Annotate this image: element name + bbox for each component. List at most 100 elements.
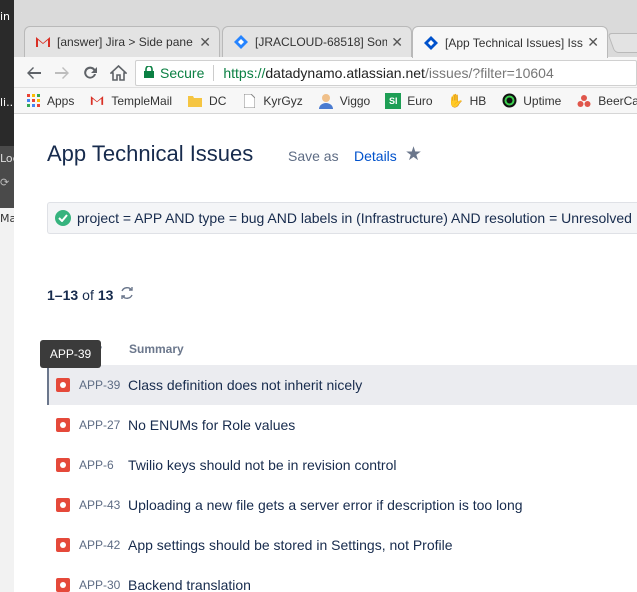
bug-icon <box>56 378 70 392</box>
issue-row[interactable]: APP-30 Backend translation <box>47 565 637 592</box>
results-count: 1–13 of 13 <box>47 286 134 304</box>
browser-tab-active[interactable]: [App Technical Issues] Iss ✕ <box>412 26 608 58</box>
tab-title: [JRACLOUD-68518] Som <box>255 35 388 49</box>
bookmark-hb[interactable]: ✋ HB <box>447 92 487 109</box>
issue-key[interactable]: APP-30 <box>79 578 120 592</box>
uptime-icon <box>501 93 517 109</box>
bug-icon <box>56 418 70 432</box>
close-tab-icon[interactable]: ✕ <box>587 34 599 51</box>
close-tab-icon[interactable]: ✕ <box>391 34 403 51</box>
browser-toolbar: Secure https://datadynamo.atlassian.net /… <box>14 57 637 88</box>
bookmark-label: Uptime <box>523 93 562 108</box>
jql-text: project = APP AND type = bug AND labels … <box>77 210 632 226</box>
gmail-icon <box>35 34 51 50</box>
hand-icon: ✋ <box>447 92 464 108</box>
check-icon <box>55 210 71 226</box>
issue-summary[interactable]: Twilio keys should not be in revision co… <box>128 457 396 473</box>
issue-summary[interactable]: No ENUMs for Role values <box>128 417 295 433</box>
reload-icon[interactable] <box>79 62 101 84</box>
column-header-summary[interactable]: Summary <box>129 342 184 356</box>
issue-row[interactable]: APP-6 Twilio keys should not be in revis… <box>47 445 637 485</box>
jira-page: App Technical Issues Save as Details ★ p… <box>14 114 637 592</box>
issue-summary[interactable]: App settings should be stored in Setting… <box>128 537 453 553</box>
bookmark-label: HB <box>469 93 487 108</box>
bug-icon <box>56 538 70 552</box>
key-tooltip: APP-39 <box>40 340 101 368</box>
issue-row[interactable]: APP-39 Class definition does not inherit… <box>47 365 637 405</box>
issue-key[interactable]: APP-39 <box>79 378 120 392</box>
issue-row[interactable]: APP-27 No ENUMs for Role values <box>47 405 637 445</box>
refresh-icon[interactable] <box>120 286 134 304</box>
apps-grid-icon <box>25 93 41 109</box>
tab-title: [App Technical Issues] Iss <box>445 35 583 50</box>
bookmark-beercalc[interactable]: BeerCalc <box>576 93 637 109</box>
bookmark-templemail[interactable]: TempleMail <box>89 93 172 109</box>
bookmark-kyrgyz[interactable]: KyrGyz <box>241 93 303 109</box>
background-icon: ⟳ <box>0 176 10 189</box>
back-arrow-icon[interactable] <box>23 62 45 84</box>
page-title: App Technical Issues <box>47 141 254 166</box>
url-path: /issues/?filter=10604 <box>424 65 554 81</box>
beer-icon <box>576 93 592 109</box>
bookmark-label: Apps <box>47 93 75 108</box>
results-of: of <box>82 287 94 303</box>
bookmark-label: BeerCalc <box>598 93 637 108</box>
details-link[interactable]: Details <box>354 148 397 164</box>
results-total: 13 <box>97 287 114 303</box>
bookmark-viggo[interactable]: Viggo <box>318 93 370 109</box>
background-panel: Loc ⟳ <box>0 146 19 208</box>
background-text: in <box>0 10 11 23</box>
bookmark-label: Viggo <box>339 93 371 108</box>
divider <box>213 65 215 81</box>
issue-key[interactable]: APP-42 <box>79 538 120 552</box>
url-scheme: https:// <box>223 65 266 81</box>
gmail-icon <box>89 93 105 109</box>
issue-summary[interactable]: Uploading a new file gets a server error… <box>128 497 523 513</box>
issue-summary[interactable]: Class definition does not inherit nicely <box>128 377 362 393</box>
issue-summary[interactable]: Backend translation <box>128 577 251 592</box>
bookmark-label: Euro <box>407 93 433 108</box>
browser-tab[interactable]: [JRACLOUD-68518] Som ✕ <box>222 26 412 57</box>
secure-label: Secure <box>160 65 205 81</box>
bookmark-label: KyrGyz <box>263 93 303 108</box>
bug-icon <box>56 458 70 472</box>
results-range: 1–13 <box>47 287 79 303</box>
browser-tab-bar: [answer] Jira > Side pane ✕ [JRACLOUD-68… <box>14 0 637 58</box>
screen: in li.. Loc ⟳ Ma [answer] Jira > Side pa… <box>0 0 637 592</box>
jira-icon <box>233 34 249 50</box>
bookmarks-bar: Apps TempleMail DC KyrGyz Viggo SI Euro … <box>14 88 637 114</box>
issue-key[interactable]: APP-43 <box>79 498 120 512</box>
close-tab-icon[interactable]: ✕ <box>199 34 211 51</box>
issue-row[interactable]: APP-43 Uploading a new file gets a serve… <box>47 485 637 525</box>
star-icon[interactable]: ★ <box>405 143 422 166</box>
url-host: datadynamo.atlassian.net <box>265 65 425 81</box>
save-as-button[interactable]: Save as <box>288 148 339 164</box>
home-icon[interactable] <box>107 62 129 84</box>
bookmark-label: TempleMail <box>111 93 173 108</box>
background-text: li.. <box>0 96 14 109</box>
bug-icon <box>56 498 70 512</box>
bug-icon <box>56 578 70 592</box>
person-icon <box>318 93 334 109</box>
si-icon: SI <box>385 92 402 109</box>
bookmark-uptime[interactable]: Uptime <box>501 93 561 109</box>
bookmark-euro[interactable]: SI Euro <box>385 92 433 109</box>
background-panel: Ma <box>0 208 16 592</box>
background-app-strip: in li.. Loc ⟳ Ma <box>0 0 19 592</box>
bookmark-apps[interactable]: Apps <box>25 93 74 109</box>
new-tab-button[interactable] <box>607 33 637 53</box>
forward-arrow-icon[interactable] <box>51 62 73 84</box>
address-bar[interactable]: Secure https://datadynamo.atlassian.net /… <box>135 60 637 86</box>
issue-row[interactable]: APP-42 App settings should be stored in … <box>47 525 637 565</box>
browser-tab[interactable]: [answer] Jira > Side pane ✕ <box>24 26 220 57</box>
jira-diamond-icon <box>423 35 439 51</box>
jql-query-bar[interactable]: project = APP AND type = bug AND labels … <box>47 202 637 234</box>
document-icon <box>241 93 257 109</box>
bookmark-dc[interactable]: DC <box>187 93 226 109</box>
tab-title: [answer] Jira > Side pane <box>57 35 193 49</box>
bookmark-label: DC <box>209 93 227 108</box>
lock-icon <box>144 65 154 81</box>
folder-icon <box>187 93 203 109</box>
issue-key[interactable]: APP-6 <box>79 458 119 472</box>
issue-key[interactable]: APP-27 <box>79 418 120 432</box>
